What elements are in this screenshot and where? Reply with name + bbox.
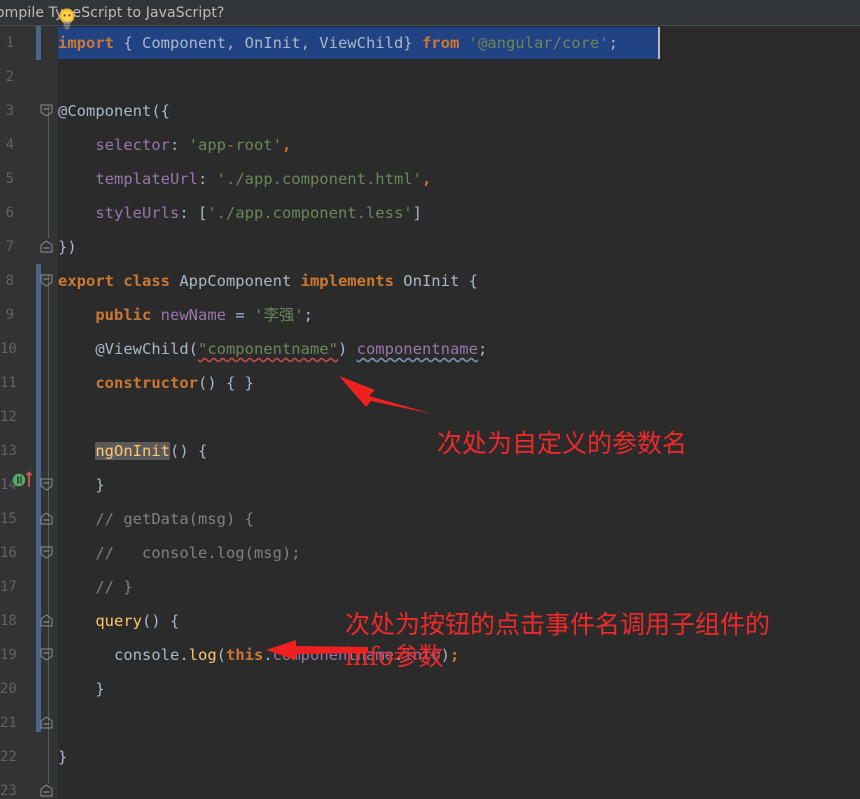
lightbulb-icon[interactable] [58,8,76,30]
code-line-1[interactable]: import { Component, OnInit, ViewChild} f… [58,26,618,60]
line-number: 22 [0,749,17,765]
line-number: 20 [0,681,17,697]
line-number: 4 [5,137,14,153]
line-number: 16 [0,545,17,561]
code-line-8[interactable]: export class AppComponent implements OnI… [58,264,478,298]
fold-collapse-icon[interactable] [40,478,53,491]
code-line-15[interactable]: // getData(msg) { [58,502,254,536]
line-number: 5 [5,171,14,187]
fold-marker-row[interactable] [36,468,58,502]
fold-marker-row[interactable] [36,230,58,264]
fold-collapse-icon[interactable] [40,104,53,117]
annotation-click-event-line1: 次处为按钮的点击事件名调用子组件的 [345,610,771,639]
fold-collapse-icon[interactable] [40,546,53,559]
code-line-10[interactable]: @ViewChild("componentname") componentnam… [58,332,487,366]
line-number: 10 [0,341,17,357]
code-content[interactable]: import { Component, OnInit, ViewChild} f… [58,26,860,799]
line-number: 1 [5,35,14,51]
annotation-arrow-diagonal-icon [339,376,433,414]
line-number: 6 [5,205,14,221]
fold-marker-row[interactable] [36,94,58,128]
line-number: 15 [0,511,17,527]
line-number: 19 [0,647,17,663]
intention-bar-text: ompile TypeScript to JavaScript? [0,4,225,21]
fold-collapse-icon[interactable] [40,274,53,287]
fold-marker-row[interactable] [36,774,58,799]
code-line-13[interactable]: ngOnInit() { [58,434,207,468]
fold-expand-icon[interactable] [40,784,53,797]
override-gutter-icon[interactable] [12,470,36,488]
line-number: 23 [0,783,17,799]
line-number: 17 [0,579,17,595]
line-number: 21 [0,715,17,731]
code-line-6[interactable]: styleUrls: ['./app.component.less'] [58,196,422,230]
fold-marker-row[interactable] [36,638,58,672]
code-line-7[interactable]: }) [58,230,77,264]
line-number: 2 [5,69,14,85]
fold-marker-row[interactable] [36,706,58,740]
fold-marker-row[interactable] [36,536,58,570]
fold-collapse-icon[interactable] [40,648,53,661]
text-caret [658,27,660,59]
code-line-14[interactable]: } [58,468,104,502]
code-line-16[interactable]: // console.log(msg); [58,536,300,570]
line-number: 12 [0,409,17,425]
line-number: 13 [0,443,17,459]
fold-marker-row[interactable] [36,264,58,298]
fold-expand-icon[interactable] [40,716,53,729]
code-line-17[interactable]: // } [58,570,132,604]
line-number: 8 [5,273,14,289]
fold-marker-row[interactable] [36,502,58,536]
code-line-3[interactable]: @Component({ [58,94,170,128]
line-number: 3 [5,103,14,119]
annotation-parameter-name: 次处为自定义的参数名 [437,429,688,458]
code-line-18[interactable]: query() { [58,604,179,638]
fold-expand-icon[interactable] [40,614,53,627]
line-number: 18 [0,613,17,629]
line-number: 9 [5,307,14,323]
intention-notification-bar[interactable]: ompile TypeScript to JavaScript? [0,0,860,26]
editor-window: ompile TypeScript to JavaScript? 1 2 3 4… [0,0,860,799]
code-line-9[interactable]: public newName = '李强'; [58,298,313,332]
code-line-4[interactable]: selector: 'app-root', [58,128,291,162]
fold-expand-icon[interactable] [40,240,53,253]
annotation-click-event-line2: info参数 [345,642,444,671]
change-marker-bar[interactable] [36,26,41,60]
fold-marker-row[interactable] [36,604,58,638]
line-number: 11 [0,375,17,391]
line-number: 7 [5,239,14,255]
fold-expand-icon[interactable] [40,512,53,525]
code-line-22[interactable]: } [58,740,67,774]
code-editor[interactable]: 1 2 3 4 5 6 7 8 9 10 11 12 13 14 15 16 1… [0,26,860,799]
code-line-5[interactable]: templateUrl: './app.component.html', [58,162,431,196]
code-line-20[interactable]: } [58,672,104,706]
code-line-11[interactable]: constructor() { } [58,366,254,400]
